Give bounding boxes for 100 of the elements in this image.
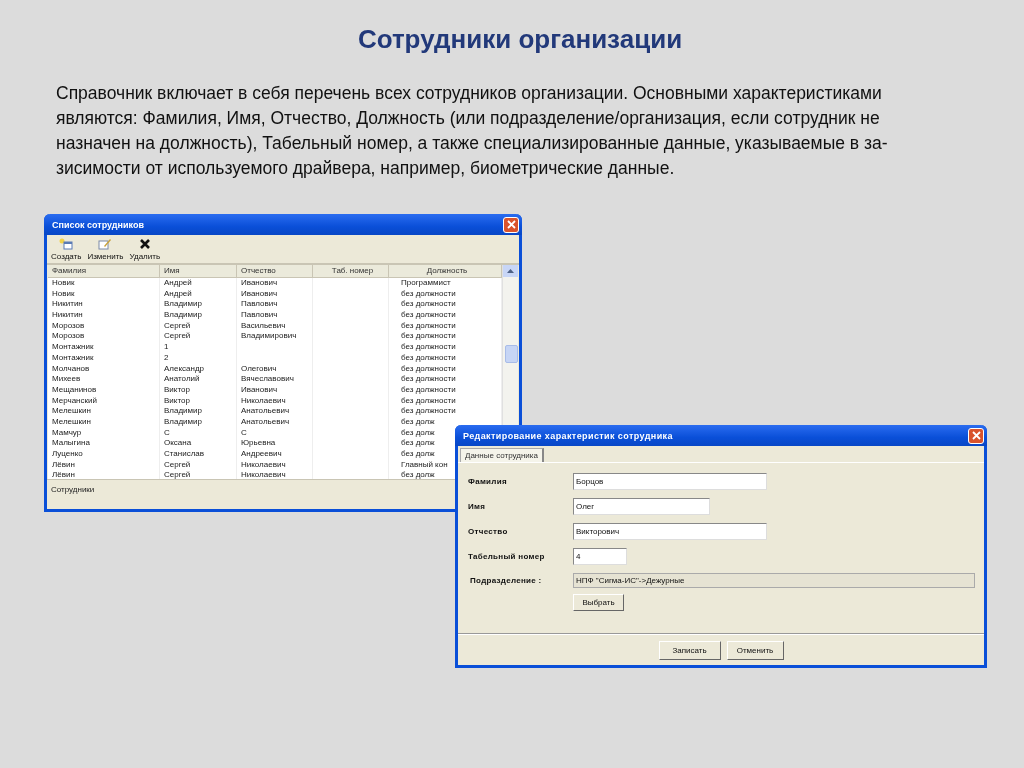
table-cell: Владимир xyxy=(164,406,202,416)
table-cell: Малыгина xyxy=(52,438,90,448)
scroll-thumb[interactable] xyxy=(505,345,518,363)
table-cell: Павлович xyxy=(241,310,278,320)
table-cell: Главный кон xyxy=(401,459,448,469)
table-cell: Мамчур xyxy=(52,427,82,437)
table-cell: Юрьевна xyxy=(241,438,276,448)
table-cell: Иванович xyxy=(241,384,278,394)
table-cell: Молчанов xyxy=(52,363,90,373)
table-cell: Николаевич xyxy=(241,395,286,405)
close-icon xyxy=(506,220,516,229)
table-cell: Программист xyxy=(401,278,451,287)
table-cell: Владимирович xyxy=(241,331,297,341)
table-cell: без долж xyxy=(401,427,435,437)
table-cell: Мелешкин xyxy=(52,416,91,426)
table-cell: Вячеславович xyxy=(241,374,294,384)
column-header[interactable]: Имя xyxy=(160,265,237,277)
table-cell: без должности xyxy=(401,352,456,362)
table-cell: Лёвин xyxy=(52,470,75,479)
table-cell: Анатольевич xyxy=(241,416,290,426)
table-cell: без должности xyxy=(401,331,456,341)
input-field[interactable]: Викторович xyxy=(573,523,767,540)
table-cell: 2 xyxy=(164,352,169,362)
table-cell: Иванович xyxy=(241,278,278,287)
table-cell: Станислав xyxy=(164,449,205,458)
table-cell: Мещанинов xyxy=(52,384,97,394)
field-label: Табельный номер xyxy=(468,552,546,561)
table-cell: Владимир xyxy=(164,310,202,320)
table-cell: без должности xyxy=(401,374,456,384)
table-cell: Мелешкин xyxy=(52,406,91,416)
table-cell: без должности xyxy=(401,395,456,405)
table-cell: Сергей xyxy=(164,320,191,330)
table-cell: С xyxy=(164,427,170,437)
table-cell: Оксана xyxy=(164,438,192,448)
input-field[interactable]: Олег xyxy=(573,498,710,515)
choose-button[interactable]: Выбрать xyxy=(573,594,624,611)
pencil-document-icon xyxy=(98,238,113,250)
table-cell: без долж xyxy=(401,470,435,479)
table-cell: Васильевич xyxy=(241,320,286,330)
toolbar-button[interactable]: Изменить xyxy=(87,238,124,261)
field-label: Подразделение : xyxy=(469,576,543,585)
field-label: Имя xyxy=(468,502,487,511)
table-cell: Морозов xyxy=(52,331,85,341)
table-cell: без должности xyxy=(401,406,456,416)
table-cell: Анатолий xyxy=(164,374,200,384)
table-cell: Монтажник xyxy=(52,342,94,352)
window-title: Редактирование характеристик сотрудника xyxy=(462,430,673,441)
table-cell: Виктор xyxy=(164,395,190,405)
table-cell: Олегович xyxy=(241,363,277,373)
close-icon xyxy=(971,431,981,440)
delete-icon xyxy=(138,238,151,250)
table-cell: Сергей xyxy=(164,459,191,469)
table-cell: Сергей xyxy=(164,470,191,479)
table-cell: Андрей xyxy=(164,278,192,287)
table-cell: С xyxy=(241,427,247,437)
close-button[interactable] xyxy=(968,427,984,444)
table-cell: Андреевич xyxy=(241,449,282,458)
table-cell: Виктор xyxy=(164,384,190,394)
table-cell: без должности xyxy=(401,384,456,394)
toolbar-button[interactable]: Создать xyxy=(51,238,82,261)
field-label: Отчество xyxy=(468,527,509,536)
table-cell: Мерчанский xyxy=(52,395,97,405)
table-cell: без долж xyxy=(401,438,435,448)
table-cell: Иванович xyxy=(241,288,278,298)
table-cell: Лёвин xyxy=(52,459,75,469)
table-cell: Владимир xyxy=(164,299,202,309)
dialog-button[interactable]: Отменить xyxy=(726,640,784,660)
table-cell: Павлович xyxy=(241,299,278,309)
field-label: Фамилия xyxy=(468,477,508,486)
tab[interactable]: Данные сотрудника xyxy=(460,448,544,462)
new-window-icon xyxy=(59,238,74,250)
slide-title: Сотрудники организации xyxy=(356,23,684,55)
dialog-button[interactable]: Записать xyxy=(658,640,721,660)
table-cell: без долж xyxy=(401,416,435,426)
table-cell: без должности xyxy=(401,288,456,298)
table-cell: без долж xyxy=(401,449,435,458)
scroll-up-icon xyxy=(507,269,514,273)
table-cell: Сергей xyxy=(164,331,191,341)
close-button[interactable] xyxy=(503,216,519,233)
table-cell: Николаевич xyxy=(241,470,286,479)
column-header[interactable]: Фамилия xyxy=(48,265,160,277)
table-cell: Михеев xyxy=(52,374,81,384)
column-header[interactable]: Отчество xyxy=(237,265,313,277)
table-cell: без должности xyxy=(401,299,456,309)
column-header[interactable]: Таб. номер xyxy=(313,265,389,277)
input-field[interactable]: 4 xyxy=(573,548,627,565)
table-cell: Анатольевич xyxy=(241,406,290,416)
table-cell: без должности xyxy=(401,320,456,330)
table-cell: Николаевич xyxy=(241,459,286,469)
table-cell: Луценко xyxy=(52,449,83,458)
table-cell: Новик xyxy=(52,288,75,298)
table-cell: 1 xyxy=(164,342,169,352)
table-cell: Морозов xyxy=(52,320,85,330)
table-cell: без должности xyxy=(401,342,456,352)
table-cell: Новик xyxy=(52,278,75,287)
table-cell: Никитин xyxy=(52,310,83,320)
input-field[interactable]: Борцов xyxy=(573,473,767,490)
table-cell: Александр xyxy=(164,363,205,373)
toolbar-button[interactable]: Удалить xyxy=(129,238,161,261)
description-paragraph: Справочник включает в себя перечень всех сотрудников организации. Основными характеристиками являются: Фамилия, Имя, Отчество, Должность (или подразделение/организация, если сотрудник не назначен на должность), Табельный номер, а также специализированные данные, указываемые в за- зисимости от используемого драйвера, например, биометрические данные. xyxy=(56,82,889,180)
